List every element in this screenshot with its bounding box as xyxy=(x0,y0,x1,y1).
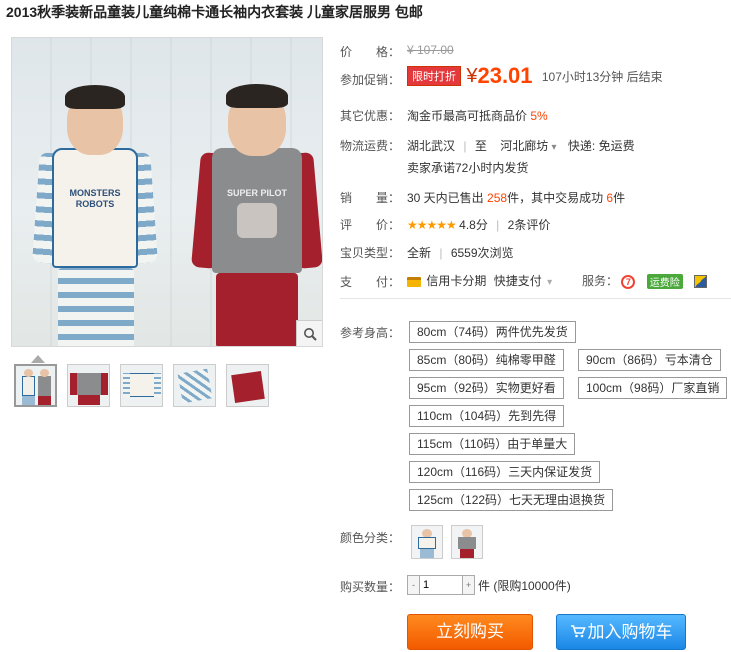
rating-score: 4.8分 xyxy=(459,218,488,232)
taojinbi-percent: 5% xyxy=(530,109,548,123)
promo-label: 参加促销： xyxy=(340,73,401,87)
size-option-95[interactable]: 95cm（92码）实物更好看 xyxy=(409,377,564,399)
service-row: 服务： 7 运费险 xyxy=(582,272,708,290)
item-type-row: 全新 | 6559次浏览 xyxy=(407,246,514,260)
rating-row: ★★★★★ 4.8分 | 2条评价 xyxy=(407,218,551,232)
service-label: 服务： xyxy=(582,274,619,288)
ship-to-text: 至 xyxy=(474,139,487,153)
sales-label: 销 量： xyxy=(340,191,401,205)
ship-promise: 卖家承诺72小时内发货 xyxy=(407,161,529,175)
size-option-110[interactable]: 110cm（104码）先到先得 xyxy=(409,405,565,427)
size-option-115[interactable]: 115cm（110码）由于单量大 xyxy=(409,433,576,455)
promo-row: 限时打折 ¥23.01 107小时13分钟 后结束 xyxy=(407,63,663,89)
item-condition: 全新 xyxy=(407,246,432,260)
original-price: ¥ 107.00 xyxy=(407,43,454,57)
size-option-85[interactable]: 85cm（80码）纯棉零甲醛 xyxy=(409,349,564,371)
product-title: 2013秋季装新品童装儿童纯棉卡通长袖内衣套装 儿童家居服男 包邮 xyxy=(6,4,423,20)
section-divider xyxy=(340,298,731,299)
main-product-image[interactable]: MONSTERS ROBOTS SUPER PILOT xyxy=(11,37,323,347)
taojinbi-text: 淘金币最高可抵商品价 xyxy=(407,109,528,123)
add-to-cart-button[interactable]: 加入购物车 xyxy=(556,614,686,650)
quantity-stepper: - + 件 (限购10000件) xyxy=(407,575,571,595)
size-option-120[interactable]: 120cm（116码）三天内保证发货 xyxy=(409,461,601,483)
thumbnail-2[interactable] xyxy=(67,364,110,407)
size-option-125[interactable]: 125cm（122码）七天无理由退换货 xyxy=(409,489,614,511)
quantity-limit: 件 (限购10000件) xyxy=(478,578,571,593)
item-type-label: 宝贝类型： xyxy=(340,246,401,260)
other-offers: 淘金币最高可抵商品价 5% xyxy=(407,107,548,124)
thumbnail-4[interactable] xyxy=(173,364,216,407)
seven-day-return-icon[interactable]: 7 xyxy=(621,274,636,289)
sold-count: 258 xyxy=(487,191,508,205)
promo-countdown: 107小时13分钟 后结束 xyxy=(541,69,663,84)
size-option-80[interactable]: 80cm（74码）两件优先发货 xyxy=(409,321,576,343)
size-option-100[interactable]: 100cm（98码）厂家直销 xyxy=(578,377,728,399)
shipping-insurance-badge[interactable]: 运费险 xyxy=(646,274,683,290)
rating-stars-icon: ★★★★★ xyxy=(407,218,457,232)
quantity-plus-button[interactable]: + xyxy=(463,575,475,595)
shipping-row: 湖北武汉 | 至 河北廊坊 ▾ 快递: 免运费 xyxy=(407,139,635,153)
color-label: 颜色分类： xyxy=(340,531,401,545)
price-label: 价 格： xyxy=(340,45,401,59)
chevron-down-icon[interactable]: ▾ xyxy=(547,277,552,288)
limited-discount-badge: 限时打折 xyxy=(407,66,461,86)
zoom-icon[interactable] xyxy=(296,320,322,346)
color-swatch-gray[interactable] xyxy=(451,525,483,559)
shipping-label: 物流运费： xyxy=(340,139,401,153)
kid-gray-shirt-figure: SUPER PILOT xyxy=(191,68,322,346)
quantity-minus-button[interactable]: - xyxy=(407,575,419,595)
sales-row: 30 天内已售出 258件，其中交易成功 6件 xyxy=(407,191,626,205)
add-to-cart-label: 加入购物车 xyxy=(587,622,673,642)
credit-installment: 信用卡分期 xyxy=(426,274,487,288)
rating-label: 评 价： xyxy=(340,218,401,232)
ship-destination-select[interactable]: 河北廊坊 xyxy=(500,139,548,153)
size-label: 参考身高： xyxy=(340,326,401,340)
buy-now-button[interactable]: 立刻购买 xyxy=(407,614,533,650)
yen-symbol: ¥ xyxy=(466,64,478,87)
chevron-down-icon[interactable]: ▾ xyxy=(552,142,557,153)
quantity-label: 购买数量： xyxy=(340,580,401,594)
cart-icon xyxy=(570,616,586,650)
view-count: 6559次浏览 xyxy=(450,246,514,260)
review-count-link[interactable]: 2条评价 xyxy=(508,218,551,232)
payment-label: 支 付： xyxy=(340,275,401,289)
express-fee: 快递: 免运费 xyxy=(567,139,635,153)
quantity-input[interactable] xyxy=(419,575,463,595)
credit-card-icon xyxy=(407,276,421,287)
payment-row: 信用卡分期 快捷支付 ▾ xyxy=(407,272,552,289)
color-swatch-white[interactable] xyxy=(411,525,443,559)
consumer-protection-icon[interactable] xyxy=(694,275,708,289)
thumb-selected-arrow-icon xyxy=(31,355,45,363)
promo-price: 23.01 xyxy=(477,63,533,88)
other-offers-label: 其它优惠： xyxy=(340,109,401,123)
kid-white-shirt-figure: MONSTERS ROBOTS xyxy=(30,73,160,346)
quick-pay[interactable]: 快捷支付 xyxy=(494,274,542,288)
thumbnail-1[interactable] xyxy=(14,364,57,407)
thumbnail-strip xyxy=(14,364,269,407)
ship-from: 湖北武汉 xyxy=(407,139,456,153)
size-option-90[interactable]: 90cm（86码）亏本清仓 xyxy=(578,349,721,371)
thumbnail-5[interactable] xyxy=(226,364,269,407)
thumbnail-3[interactable] xyxy=(120,364,163,407)
